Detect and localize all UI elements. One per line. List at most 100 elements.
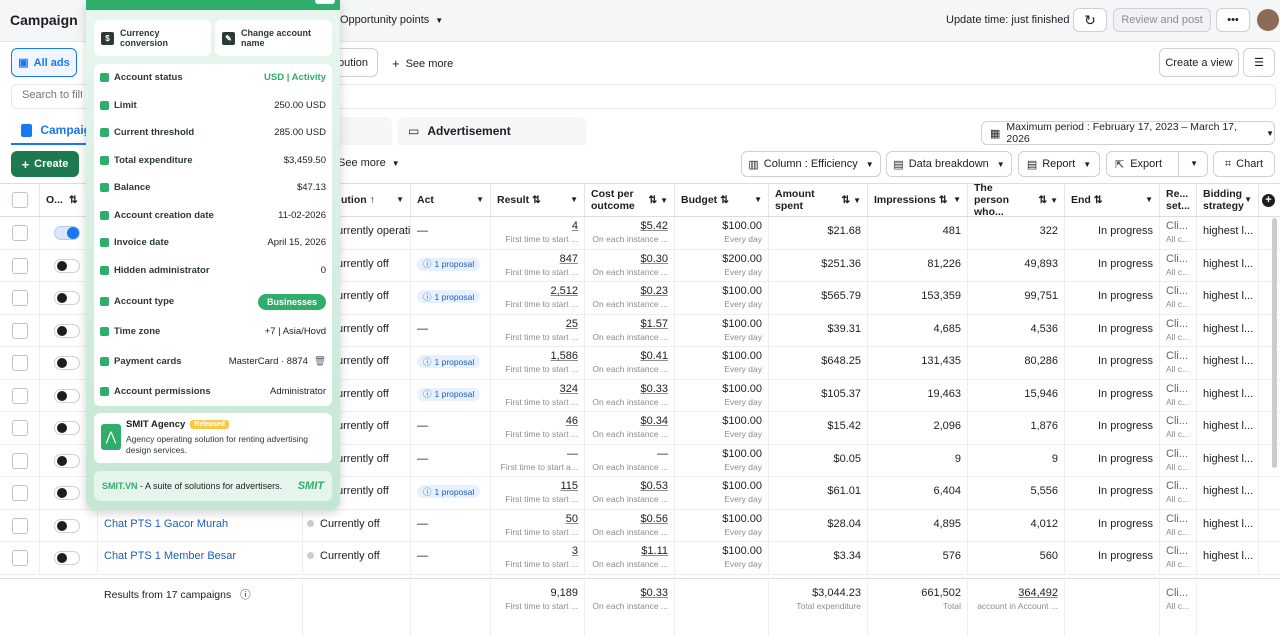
row-checkbox[interactable] — [11, 225, 28, 241]
account-type-row: Account type Businesses — [94, 288, 332, 315]
header-result[interactable]: Result ⇅ ▼ — [491, 184, 585, 216]
account-info-panel: $ Currency conversion ✎ Change account n… — [86, 0, 340, 510]
row-checkbox[interactable] — [11, 485, 28, 501]
agency-card[interactable]: ⋀ SMIT Agency Released Agency operating … — [94, 413, 332, 463]
reach-cell: 1,876 — [968, 412, 1065, 444]
cost-cell: $0.33 On each instance ... — [585, 379, 675, 412]
campaign-toggle[interactable] — [54, 226, 80, 240]
chevron-down-icon[interactable]: ▼ — [1178, 152, 1198, 176]
calendar-icon: ▦ — [990, 127, 1001, 140]
proposal-badge[interactable]: ⓘ 1 proposal — [417, 355, 481, 368]
search-input[interactable] — [22, 89, 82, 101]
header-act[interactable]: Act ▼ — [411, 184, 491, 216]
campaign-toggle[interactable] — [54, 421, 80, 435]
campaign-toggle[interactable] — [54, 356, 80, 370]
opportunity-dropdown[interactable]: Opportunity points ▼ — [340, 14, 443, 26]
row-checkbox[interactable] — [11, 387, 28, 404]
see-more-actions[interactable]: See more ▼ — [338, 157, 400, 169]
panel-close-handle[interactable] — [315, 0, 335, 4]
campaign-toggle[interactable] — [54, 551, 80, 565]
table-row[interactable]: Chat PTS 1 Member Besar Currently off — 3 Fi… — [0, 542, 1280, 575]
spent-cell: $28.04 — [769, 509, 868, 542]
smit-site-link[interactable]: SMIT.VN — [102, 481, 138, 491]
vertical-scrollbar[interactable] — [1272, 218, 1277, 468]
all-ads-button[interactable]: ▣ All ads — [11, 48, 77, 77]
more-options-button[interactable]: ••• — [1216, 8, 1250, 32]
header-results-set[interactable]: Re... set... — [1160, 184, 1197, 216]
tab-campaign[interactable]: Campaig — [11, 117, 91, 145]
result-cell: 324 First time to start ... — [491, 379, 585, 412]
status-text: Currently off — [320, 550, 380, 562]
budget-cell: $100.00 Every day — [675, 347, 769, 379]
column-selector[interactable]: ▥ Column : Efficiency ▼ — [741, 151, 881, 177]
row-checkbox[interactable] — [11, 290, 28, 306]
panel-item: Hidden administrator 0 — [94, 257, 332, 284]
report-button[interactable]: ▤ Report ▼ — [1018, 151, 1100, 177]
see-more-actions-label: See more — [338, 157, 386, 169]
panel-item-value: 11-02-2026 — [278, 209, 326, 221]
tab-adset[interactable] — [338, 117, 392, 145]
campaign-name-link[interactable]: Chat PTS 1 Member Besar — [104, 550, 236, 562]
act-cell: — — [411, 314, 491, 347]
campaign-name-link[interactable]: Chat PTS 1 Gacor Murah — [104, 518, 228, 530]
campaign-toggle[interactable] — [54, 291, 80, 305]
campaign-toggle[interactable] — [54, 518, 80, 533]
header-bidding[interactable]: Bidding strategy ▼ — [1197, 184, 1259, 216]
cost-cell: $5.42 On each instance ... — [585, 217, 675, 249]
currency-conversion-button[interactable]: $ Currency conversion — [94, 20, 211, 56]
chevron-down-icon: ▼ — [996, 159, 1005, 169]
spent-cell: $15.42 — [769, 412, 868, 444]
header-impressions[interactable]: Impressions ⇅ ▼ — [868, 184, 968, 216]
header-person-who[interactable]: The person who... ⇅ ▼ — [968, 182, 1065, 218]
campaign-toggle[interactable] — [54, 323, 80, 338]
lightbulb-icon: ⓘ — [423, 259, 432, 269]
header-budget[interactable]: Budget ⇅ ▼ — [675, 184, 769, 216]
trash-icon[interactable]: 🗑 — [314, 356, 326, 367]
ellipsis-icon: ••• — [1227, 14, 1239, 26]
row-checkbox[interactable] — [11, 257, 28, 274]
campaign-toggle[interactable] — [54, 388, 80, 403]
select-all-checkbox[interactable] — [11, 192, 28, 208]
footer-result: 9,189 First time to start ... — [491, 579, 585, 636]
campaign-toggle[interactable] — [54, 453, 80, 468]
proposal-badge[interactable]: ⓘ 1 proposal — [417, 257, 481, 271]
row-checkbox[interactable] — [11, 355, 28, 371]
header-amount-spent[interactable]: Amount spent ⇅ ▼ — [769, 184, 868, 216]
export-button[interactable]: ⇱ Export ▼ — [1106, 151, 1208, 177]
table-row[interactable]: Chat PTS 1 Gacor Murah Currently off — 50 Fi… — [0, 509, 1280, 542]
impressions-cell: 9 — [868, 444, 968, 477]
header-end[interactable]: End ⇅ ▼ — [1065, 184, 1160, 216]
create-view-button[interactable]: Create a view — [1159, 48, 1239, 77]
spent-cell: $39.31 — [769, 314, 868, 347]
review-and-post-button[interactable]: Review and post — [1113, 8, 1211, 32]
end-cell: In progress — [1065, 249, 1160, 282]
campaign-toggle[interactable] — [54, 258, 80, 273]
proposal-badge[interactable]: ⓘ 1 proposal — [417, 485, 481, 498]
see-more-tabs[interactable]: + See more — [392, 56, 453, 71]
data-breakdown-button[interactable]: ▤ Data breakdown ▼ — [886, 151, 1012, 177]
row-checkbox[interactable] — [11, 517, 28, 534]
tab-advertisement[interactable]: ▭ Advertisement — [398, 117, 586, 145]
row-checkbox[interactable] — [11, 452, 28, 469]
row-checkbox[interactable] — [11, 550, 28, 566]
avatar[interactable] — [1257, 9, 1279, 31]
campaign-toggle[interactable] — [54, 486, 80, 500]
header-cost-per-outcome[interactable]: Cost per outcome ⇅ ▼ — [585, 184, 675, 216]
create-button[interactable]: + Create — [11, 151, 79, 177]
proposal-badge[interactable]: ⓘ 1 proposal — [417, 290, 481, 303]
refresh-button[interactable]: ↻ — [1073, 8, 1107, 32]
change-account-name-button[interactable]: ✎ Change account name — [215, 20, 332, 56]
row-checkbox[interactable] — [11, 420, 28, 436]
result-cell: 1,586 First time to start ... — [491, 347, 585, 379]
reach-cell: 4,012 — [968, 509, 1065, 542]
lightbulb-icon: ⓘ — [423, 486, 432, 497]
date-range-picker[interactable]: ▦ Maximum period : February 17, 2023 – M… — [981, 121, 1275, 145]
filter-settings-button[interactable]: ☰ — [1243, 48, 1275, 77]
row-checkbox[interactable] — [11, 322, 28, 339]
add-column-button[interactable]: + — [1259, 184, 1280, 216]
proposal-badge[interactable]: ⓘ 1 proposal — [417, 387, 481, 401]
opportunity-label: Opportunity points — [340, 14, 430, 26]
panel-item-label: Total expenditure — [114, 154, 193, 166]
chart-button[interactable]: ⌗ Chart — [1213, 151, 1275, 177]
result-cell: 4 First time to start ... — [491, 217, 585, 249]
